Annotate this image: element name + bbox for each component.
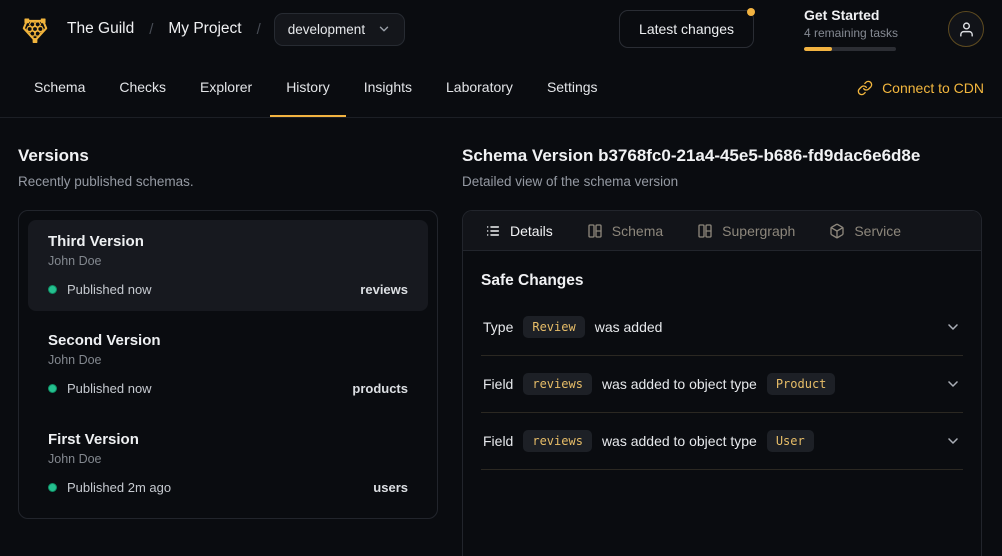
get-started-title: Get Started (804, 7, 896, 23)
change-row[interactable]: Field reviews was added to object type U… (481, 413, 963, 470)
link-icon (857, 80, 873, 96)
breadcrumb-separator: / (257, 21, 261, 38)
version-author: John Doe (48, 254, 408, 268)
tab-supergraph-label: Supergraph (722, 223, 795, 239)
tab-service-label: Service (854, 223, 901, 239)
change-prefix: Field (483, 433, 513, 449)
version-title: First Version (48, 431, 408, 448)
version-list-item[interactable]: Second Version John Doe Published now pr… (28, 319, 428, 410)
version-list-item[interactable]: First Version John Doe Published 2m ago … (28, 418, 428, 509)
change-code: Review (523, 316, 584, 338)
change-code: reviews (523, 373, 592, 395)
breadcrumb: The Guild / My Project / (67, 20, 261, 38)
detail-tabs: Details Schema S (463, 211, 981, 251)
version-service: users (373, 480, 408, 495)
connect-to-cdn-button[interactable]: Connect to CDN (857, 58, 984, 117)
change-middle: was added (595, 319, 663, 335)
tab-insights[interactable]: Insights (348, 58, 428, 117)
version-status: Published now (67, 282, 152, 297)
changes-list: Type Review was added Field reviews was … (481, 299, 963, 470)
tab-schema-view[interactable]: Schema (587, 223, 663, 239)
breadcrumb-separator: / (149, 21, 153, 38)
versions-panel: Versions Recently published schemas. Thi… (18, 138, 438, 556)
change-row[interactable]: Type Review was added (481, 299, 963, 356)
versions-subtitle: Recently published schemas. (18, 174, 438, 189)
version-detail-panel: Schema Version b3768fc0-21a4-45e5-b686-f… (462, 138, 982, 556)
chevron-down-icon (377, 22, 391, 36)
change-row[interactable]: Field reviews was added to object type P… (481, 356, 963, 413)
tab-checks[interactable]: Checks (103, 58, 182, 117)
get-started-progress-fill (804, 47, 832, 51)
tab-supergraph[interactable]: Supergraph (697, 223, 795, 239)
tab-schema-view-label: Schema (612, 223, 663, 239)
version-list-item[interactable]: Third Version John Doe Published now rev… (28, 220, 428, 311)
safe-changes-title: Safe Changes (481, 272, 963, 290)
version-author: John Doe (48, 452, 408, 466)
tab-service[interactable]: Service (829, 223, 901, 239)
target-select[interactable]: development (274, 13, 405, 46)
status-dot-icon (48, 285, 57, 294)
main-content: Versions Recently published schemas. Thi… (0, 118, 1002, 556)
change-middle: was added to object type (602, 376, 757, 392)
columns-icon (697, 223, 713, 239)
version-detail-subtitle: Detailed view of the schema version (462, 174, 982, 189)
version-author: John Doe (48, 353, 408, 367)
version-status: Published now (67, 381, 152, 396)
target-nav: Schema Checks Explorer History Insights … (0, 58, 1002, 118)
notification-dot (747, 8, 755, 16)
nav-tabs: Schema Checks Explorer History Insights … (18, 58, 614, 117)
user-icon (958, 21, 975, 38)
latest-changes-label: Latest changes (639, 21, 734, 37)
guild-logo-icon[interactable] (18, 12, 52, 46)
breadcrumb-project[interactable]: My Project (168, 20, 241, 38)
box-icon (829, 223, 845, 239)
version-title: Third Version (48, 233, 408, 250)
change-code: Product (767, 373, 836, 395)
version-title: Second Version (48, 332, 408, 349)
changes-section: Safe Changes Type Review was added Field (463, 251, 981, 470)
change-code: User (767, 430, 814, 452)
get-started-progress-track (804, 47, 896, 51)
change-code: reviews (523, 430, 592, 452)
status-dot-icon (48, 384, 57, 393)
top-header: The Guild / My Project / development Lat… (0, 0, 1002, 58)
tab-settings[interactable]: Settings (531, 58, 614, 117)
change-prefix: Field (483, 376, 513, 392)
tab-explorer[interactable]: Explorer (184, 58, 268, 117)
change-prefix: Type (483, 319, 513, 335)
versions-list: Third Version John Doe Published now rev… (18, 210, 438, 519)
tab-schema[interactable]: Schema (18, 58, 101, 117)
version-detail-card: Details Schema S (462, 210, 982, 556)
status-dot-icon (48, 483, 57, 492)
versions-title: Versions (18, 146, 438, 166)
columns-icon (587, 223, 603, 239)
tab-details[interactable]: Details (485, 223, 553, 239)
get-started-widget[interactable]: Get Started 4 remaining tasks (804, 7, 896, 51)
version-detail-title: Schema Version b3768fc0-21a4-45e5-b686-f… (462, 146, 982, 166)
tab-details-label: Details (510, 223, 553, 239)
chevron-down-icon (945, 433, 961, 449)
latest-changes-button[interactable]: Latest changes (619, 10, 754, 48)
change-middle: was added to object type (602, 433, 757, 449)
target-select-value: development (288, 22, 365, 37)
version-service: products (352, 381, 408, 396)
chevron-down-icon (945, 376, 961, 392)
user-avatar-button[interactable] (948, 11, 984, 47)
get-started-subtitle: 4 remaining tasks (804, 26, 896, 40)
list-icon (485, 223, 501, 239)
breadcrumb-org[interactable]: The Guild (67, 20, 134, 38)
tab-history[interactable]: History (270, 58, 346, 117)
connect-to-cdn-label: Connect to CDN (882, 80, 984, 96)
tab-laboratory[interactable]: Laboratory (430, 58, 529, 117)
chevron-down-icon (945, 319, 961, 335)
version-service: reviews (360, 282, 408, 297)
version-status: Published 2m ago (67, 480, 171, 495)
